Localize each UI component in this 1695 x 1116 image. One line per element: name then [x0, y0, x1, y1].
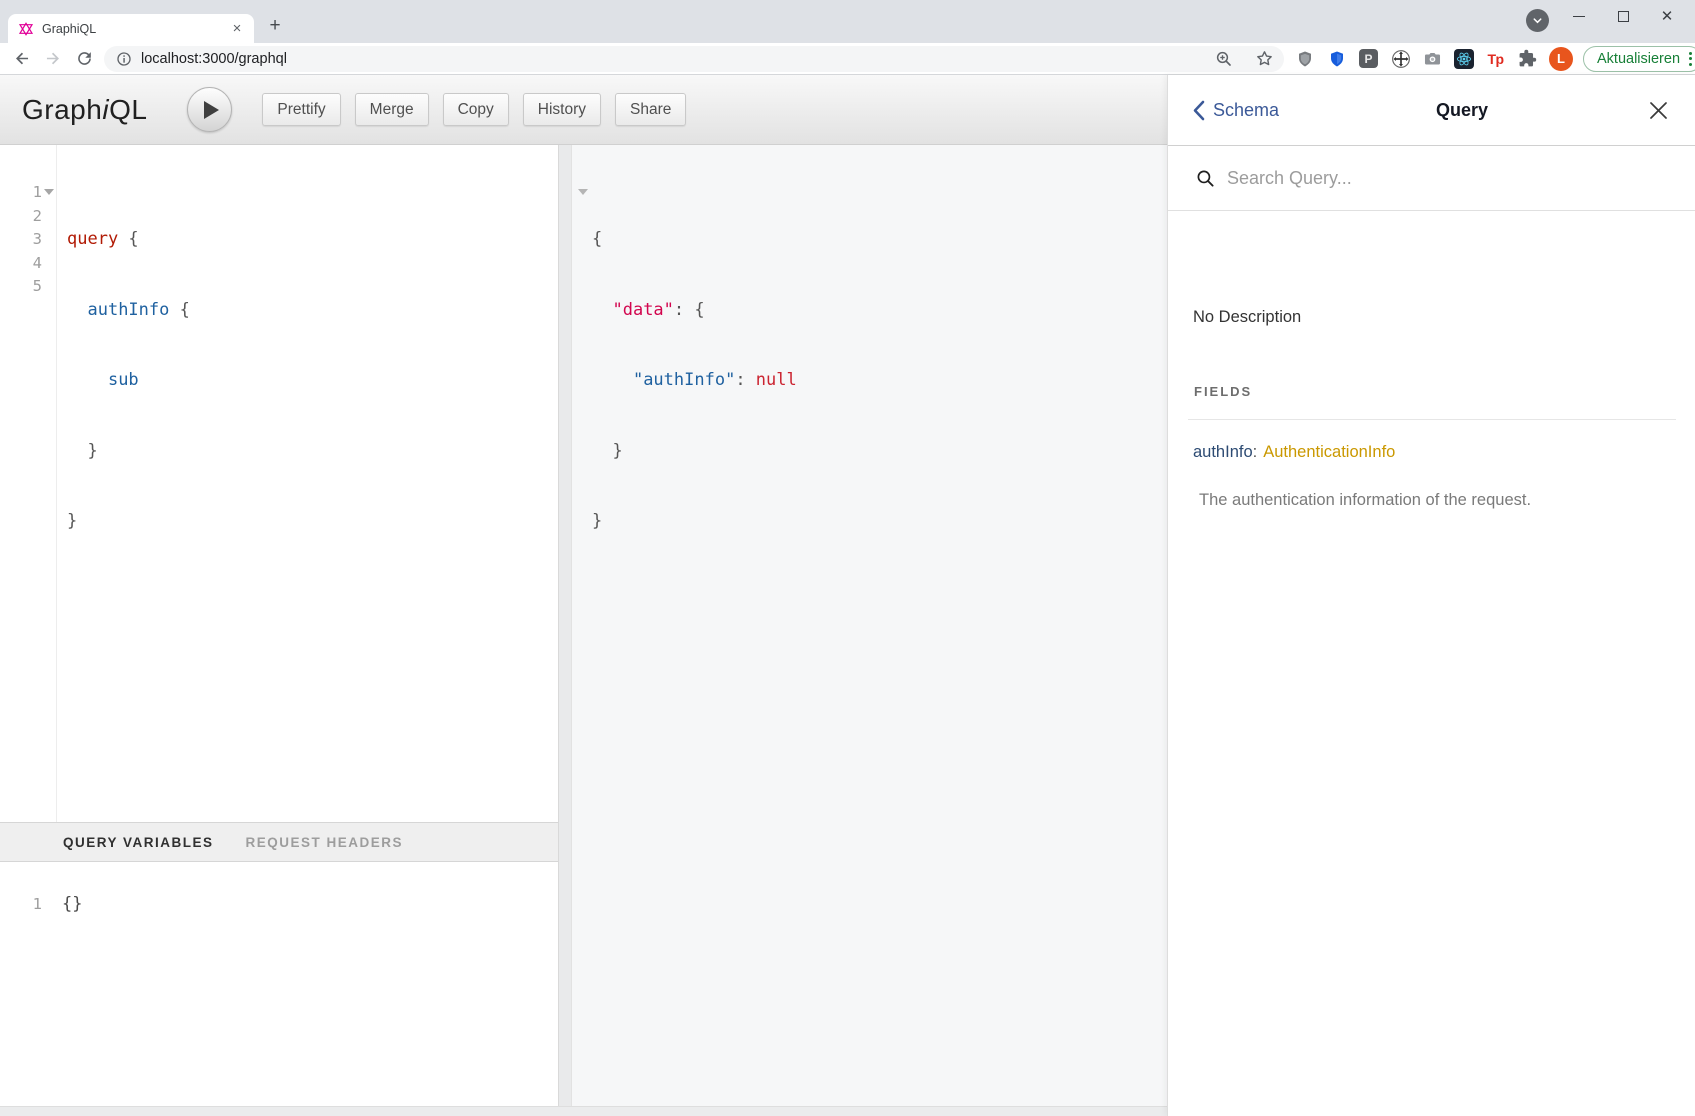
field-name-link[interactable]: authInfo [1193, 443, 1253, 461]
toolbar-buttons: Prettify Merge Copy History Share [262, 93, 686, 126]
react-devtools-extension-icon[interactable] [1454, 49, 1474, 69]
gutter-separator [56, 145, 57, 822]
capture-target-extension-icon[interactable] [1390, 48, 1411, 69]
fields-heading: FIELDS [1194, 384, 1252, 399]
browser-menu-update-button[interactable]: Aktualisieren [1583, 46, 1695, 72]
merge-button[interactable]: Merge [355, 93, 429, 126]
code-line: } [592, 510, 797, 534]
play-icon [204, 101, 219, 119]
secondary-editor-tabs: QUERY VARIABLES REQUEST HEADERS [0, 822, 558, 862]
doc-search-row [1168, 147, 1695, 211]
doc-title: Query [1279, 100, 1645, 121]
graphiql-logo: GraphiQL [22, 94, 147, 126]
tab-close-icon[interactable]: × [228, 20, 246, 38]
field-item-authinfo: authInfo:AuthenticationInfo [1193, 443, 1395, 462]
type-name-link[interactable]: AuthenticationInfo [1263, 443, 1395, 461]
doc-explorer-header: Schema Query [1168, 75, 1695, 146]
share-button[interactable]: Share [615, 93, 686, 126]
extensions-puzzle-icon[interactable] [1517, 48, 1538, 69]
doc-close-button[interactable] [1645, 97, 1671, 123]
address-bar[interactable]: localhost:3000/graphql [104, 46, 1284, 72]
query-editor-code[interactable]: query { authInfo { sub } } [67, 181, 190, 581]
search-icon [1196, 169, 1215, 188]
field-description: The authentication information of the re… [1199, 491, 1531, 510]
tab-title: GraphiQL [42, 22, 228, 36]
maximize-button[interactable] [1601, 0, 1645, 32]
browser-update-badge-icon[interactable] [1526, 9, 1549, 32]
graphql-favicon-icon [18, 21, 34, 37]
variables-line-number: 1 [0, 893, 42, 917]
fold-arrow-icon[interactable] [44, 189, 54, 195]
camera-extension-icon[interactable] [1422, 48, 1443, 69]
browser-tab-graphiql[interactable]: GraphiQL × [8, 14, 254, 43]
prettify-button[interactable]: Prettify [262, 93, 340, 126]
minimize-button[interactable] [1557, 0, 1601, 32]
profile-avatar[interactable]: L [1549, 47, 1573, 71]
url-text[interactable]: localhost:3000/graphql [141, 51, 1215, 67]
bottom-scrollbar-strip[interactable] [0, 1106, 1167, 1116]
code-line: "data": { [592, 299, 797, 323]
code-line: authInfo { [67, 299, 190, 323]
copy-button[interactable]: Copy [443, 93, 509, 126]
browser-window: GraphiQL × + ✕ localhost [0, 0, 1695, 1116]
variables-editor[interactable]: {} [62, 893, 82, 917]
browser-navbar: localhost:3000/graphql P [0, 43, 1695, 75]
fields-divider [1188, 419, 1676, 420]
reload-icon[interactable] [72, 47, 96, 71]
result-json: { "data": { "authInfo": null } } [592, 181, 797, 581]
p-extension-icon[interactable]: P [1358, 48, 1379, 69]
new-tab-button[interactable]: + [262, 13, 288, 39]
ublock-extension-icon[interactable] [1294, 48, 1315, 69]
result-fold-arrow-icon[interactable] [578, 189, 588, 195]
kebab-menu-icon [1689, 52, 1692, 66]
history-button[interactable]: History [523, 93, 601, 126]
doc-explorer-panel: Schema Query No Description FIELDS authI… [1167, 75, 1695, 1116]
window-controls: ✕ [1557, 0, 1689, 32]
tab-request-headers[interactable]: REQUEST HEADERS [246, 835, 404, 850]
graphiql-topbar: GraphiQL Prettify Merge Copy History Sha… [0, 75, 1167, 145]
tab-strip: GraphiQL × + ✕ [0, 0, 1695, 43]
code-line: sub [67, 369, 190, 393]
page-info-icon[interactable] [116, 51, 132, 67]
code-line: } [592, 440, 797, 464]
doc-back-link[interactable]: Schema [1192, 100, 1279, 121]
close-icon [1649, 101, 1668, 120]
bookmark-star-icon[interactable] [1255, 49, 1274, 68]
code-line: { [592, 228, 797, 252]
extensions-row: P Tp L [1294, 47, 1573, 71]
chevron-left-icon [1192, 100, 1205, 121]
zoom-indicator-icon[interactable] [1215, 50, 1233, 68]
code-line: } [67, 440, 190, 464]
pane-resize-divider[interactable] [558, 145, 572, 1116]
tab-query-variables[interactable]: QUERY VARIABLES [63, 835, 214, 850]
type-description: No Description [1193, 308, 1301, 327]
query-line-numbers: 1 2 3 4 5 [0, 181, 42, 299]
forward-icon[interactable] [40, 47, 64, 71]
doc-search-input[interactable] [1227, 168, 1607, 189]
code-line: } [67, 510, 190, 534]
back-icon[interactable] [10, 47, 34, 71]
close-window-button[interactable]: ✕ [1645, 0, 1689, 32]
execute-query-button[interactable] [187, 87, 232, 132]
code-line: query { [67, 228, 190, 252]
code-line: "authInfo": null [592, 369, 797, 393]
bitwarden-extension-icon[interactable] [1326, 48, 1347, 69]
tp-extension-icon[interactable]: Tp [1485, 48, 1506, 69]
